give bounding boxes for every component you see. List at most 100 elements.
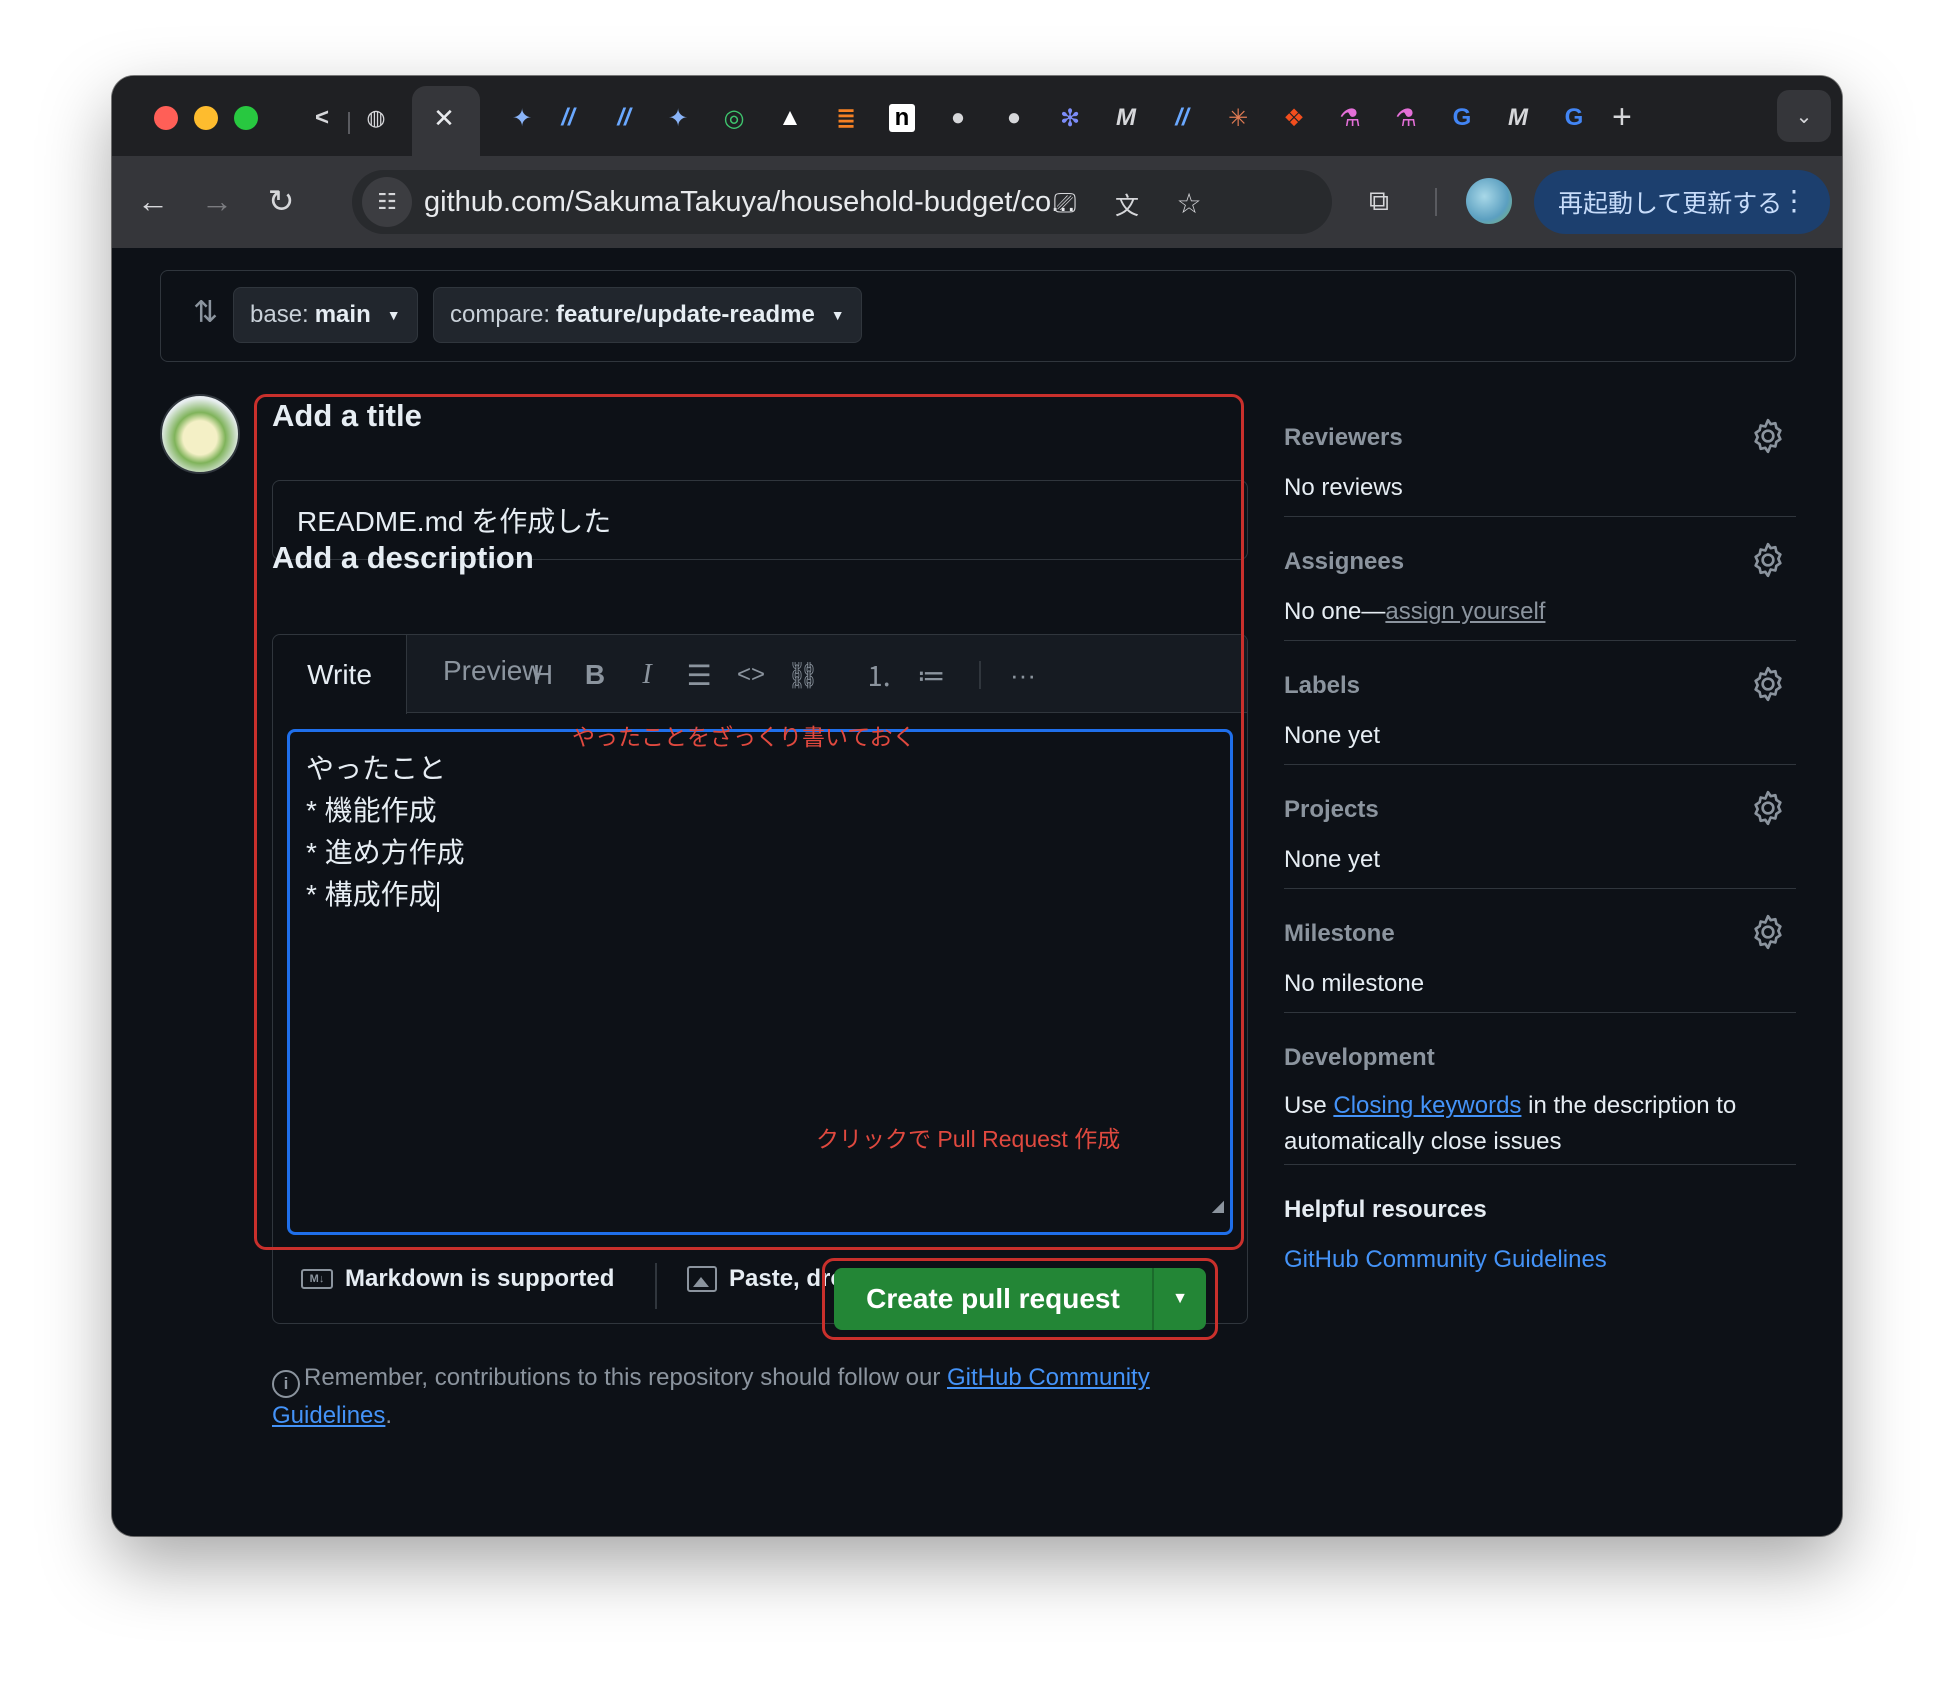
gemini-icon[interactable]: ✦	[658, 98, 698, 138]
compare-label: compare:	[450, 301, 551, 328]
address-bar[interactable]: ☷ github.com/SakumaTakuya/household-budg…	[352, 170, 1332, 234]
base-branch-selector[interactable]: base: main ▼	[233, 287, 418, 343]
development-text-after: in the description to	[1521, 1092, 1737, 1119]
reviewers-title: Reviewers	[1284, 424, 1403, 451]
milestone-title: Milestone	[1284, 920, 1395, 947]
create-pull-request-button[interactable]: Create pull request ▼	[834, 1268, 1206, 1330]
github-icon[interactable]: ●	[938, 98, 978, 138]
assignees-prefix: No one—	[1284, 598, 1386, 625]
sidebar-divider	[1284, 516, 1796, 517]
claude-icon[interactable]: ✳	[1218, 98, 1258, 138]
gear-icon[interactable]	[1748, 788, 1788, 828]
markdown-supported-link[interactable]: M↓ Markdown is supported	[301, 1265, 614, 1293]
remember-text: Remember, contributions to this reposito…	[304, 1364, 947, 1391]
sidebar-divider	[1284, 640, 1796, 641]
create-pull-request-label: Create pull request	[866, 1283, 1120, 1314]
browser-window: < ◍ ✕ ✦ // // ✦ ◎ ▲ ≣ n ● ● ✻ M // ✳ ❖ ⚗…	[112, 76, 1842, 1536]
figma-icon[interactable]: ❖	[1274, 98, 1314, 138]
tab-separator	[348, 112, 350, 134]
compare-bar: ⇅ base: main ▼ ← ··· compare: feature/up…	[160, 270, 1796, 362]
projects-value: None yet	[1284, 846, 1381, 873]
assignees-title: Assignees	[1284, 548, 1405, 575]
assignees-value: No one—assign yourself	[1284, 598, 1545, 626]
gemini-icon[interactable]: ✦	[502, 98, 542, 138]
minimize-window-button[interactable]	[194, 106, 218, 130]
github-compare-page: ⇅ base: main ▼ ← ··· compare: feature/up…	[112, 248, 1842, 1536]
star-icon[interactable]: ☆	[1166, 180, 1212, 226]
toolbar-separator	[1435, 188, 1437, 216]
triangle-icon[interactable]: ▲	[770, 98, 810, 138]
site-settings-icon[interactable]: ☷	[362, 177, 412, 227]
caret-down-icon: ▼	[386, 307, 401, 323]
info-icon: i	[272, 1370, 300, 1398]
development-text: Use Closing keywords in the description …	[1284, 1088, 1736, 1160]
user-avatar[interactable]	[160, 394, 240, 474]
helpful-title: Helpful resources	[1284, 1196, 1487, 1223]
assign-yourself-link[interactable]: assign yourself	[1385, 598, 1545, 625]
extensions-icon[interactable]: ⧉	[1354, 176, 1404, 226]
m-icon[interactable]: M	[1498, 98, 1538, 138]
footer-separator	[655, 1263, 657, 1309]
base-label: base:	[250, 301, 309, 328]
more-menu-icon[interactable]: ⋮	[1780, 184, 1808, 217]
close-icon[interactable]: ✕	[424, 98, 464, 138]
relaunch-update-button[interactable]: 再起動して更新する ⋮	[1534, 170, 1830, 234]
labels-value: None yet	[1284, 722, 1381, 749]
sidebar-divider	[1284, 1012, 1796, 1013]
install-app-icon[interactable]: ⎚	[1042, 180, 1088, 226]
url-text[interactable]: github.com/SakumaTakuya/household-budget…	[424, 186, 1075, 219]
development-title: Development	[1284, 1044, 1435, 1071]
relaunch-update-label: 再起動して更新する	[1558, 190, 1783, 218]
notion-icon[interactable]: n	[882, 98, 922, 138]
back-arrow-icon[interactable]: ←	[128, 176, 178, 226]
contribution-reminder: i Remember, contributions to this reposit…	[272, 1360, 1252, 1434]
base-value: main	[314, 301, 371, 328]
slack-icon[interactable]: ✻	[1050, 98, 1090, 138]
zoom-window-button[interactable]	[234, 106, 258, 130]
remember-end: .	[385, 1402, 393, 1429]
reviewers-value: No reviews	[1284, 474, 1403, 501]
projects-title: Projects	[1284, 796, 1379, 823]
chatgpt-icon[interactable]: ◎	[714, 98, 754, 138]
back-nav-tab-icon[interactable]: <	[302, 98, 342, 138]
slash-icon[interactable]: //	[548, 98, 588, 138]
closing-keywords-link[interactable]: Closing keywords	[1333, 1092, 1521, 1119]
forward-arrow-icon[interactable]: →	[192, 176, 242, 226]
caret-down-icon: ▼	[830, 307, 845, 323]
new-tab-button[interactable]: +	[1612, 98, 1632, 137]
google-icon[interactable]: G	[1442, 98, 1482, 138]
milestone-value: No milestone	[1284, 970, 1425, 997]
stack-icon[interactable]: ≣	[826, 98, 866, 138]
globe-icon[interactable]: ◍	[356, 98, 396, 138]
markdown-icon: M↓	[301, 1269, 333, 1289]
profile-avatar[interactable]	[1466, 178, 1512, 224]
close-window-button[interactable]	[154, 106, 178, 130]
sidebar-divider	[1284, 764, 1796, 765]
gear-icon[interactable]	[1748, 540, 1788, 580]
google-icon[interactable]: G	[1554, 98, 1594, 138]
annotation-description-note: やったことをざっくり書いておく	[572, 724, 916, 750]
caret-down-icon[interactable]: ▼	[1154, 1290, 1206, 1308]
gear-icon[interactable]	[1748, 664, 1788, 704]
tab-search-chevron-icon[interactable]: ⌄	[1777, 90, 1831, 142]
tab-strip: < ◍ ✕ ✦ // // ✦ ◎ ▲ ≣ n ● ● ✻ M // ✳ ❖ ⚗…	[112, 76, 1842, 156]
m-icon[interactable]: M	[1106, 98, 1146, 138]
lab-icon[interactable]: ⚗	[1330, 98, 1370, 138]
compare-value: feature/update-readme	[556, 301, 815, 328]
sidebar-divider	[1284, 888, 1796, 889]
labels-title: Labels	[1284, 672, 1361, 699]
compare-branch-selector[interactable]: compare: feature/update-readme ▼	[433, 287, 862, 343]
translate-icon[interactable]: 文	[1104, 180, 1150, 226]
sidebar-divider	[1284, 1164, 1796, 1165]
annotation-button-note: クリックで Pull Request 作成	[816, 1126, 1121, 1152]
lab-icon[interactable]: ⚗	[1386, 98, 1426, 138]
browser-toolbar: ← → ↻ ☷ github.com/SakumaTakuya/househol…	[112, 156, 1842, 248]
helpful-guidelines-link[interactable]: GitHub Community Guidelines	[1284, 1246, 1607, 1274]
gear-icon[interactable]	[1748, 912, 1788, 952]
slash-icon[interactable]: //	[604, 98, 644, 138]
github-icon[interactable]: ●	[994, 98, 1034, 138]
slash-icon[interactable]: //	[1162, 98, 1202, 138]
reload-icon[interactable]: ↻	[256, 176, 306, 226]
gear-icon[interactable]	[1748, 416, 1788, 456]
markdown-note: Markdown is supported	[345, 1265, 615, 1292]
